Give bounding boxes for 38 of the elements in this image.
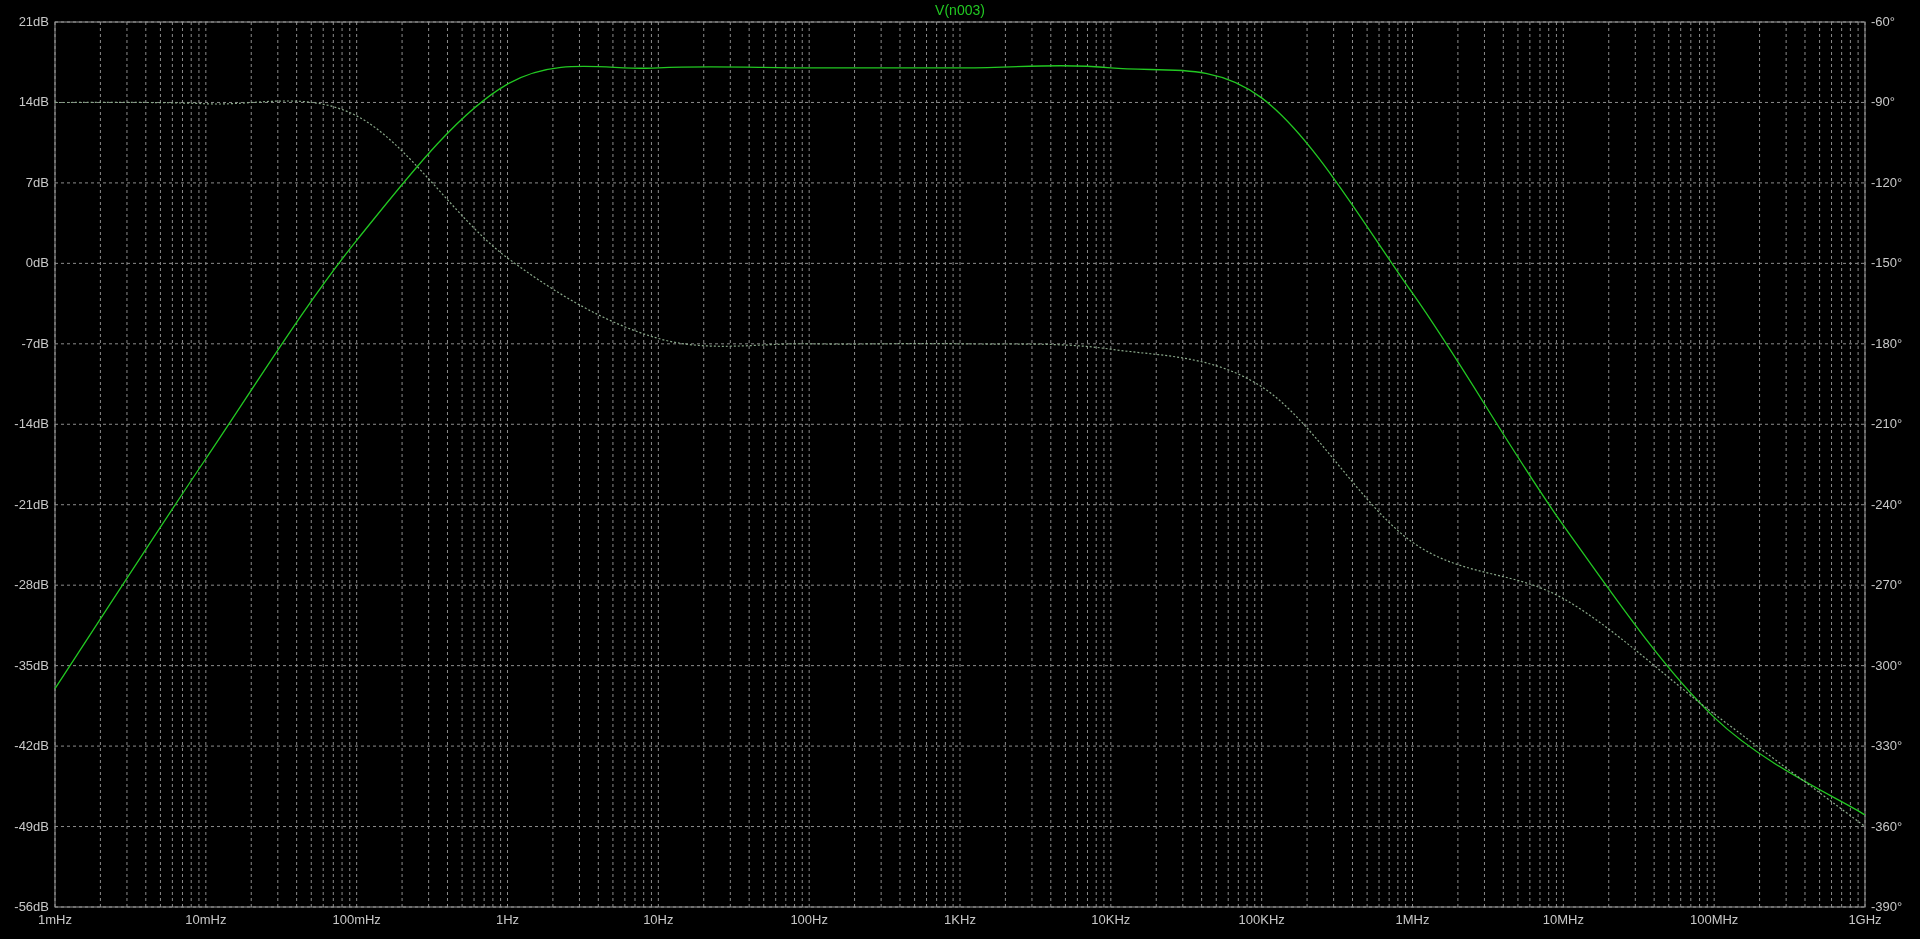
x-axis-label: 1MHz xyxy=(1395,912,1430,927)
x-axis-label: 100KHz xyxy=(1238,912,1285,927)
y-axis-label: -21dB xyxy=(14,496,49,512)
y-axis-label: -49dB xyxy=(14,818,49,834)
y-axis-label: 14dB xyxy=(18,94,49,110)
y-axis-label: -14dB xyxy=(14,416,49,432)
y-axis-label: -35dB xyxy=(14,657,49,673)
x-axis-label: 1Hz xyxy=(495,912,520,927)
x-axis-label: 100mHz xyxy=(332,912,381,927)
x-axis-label: 10Hz xyxy=(643,912,674,927)
x-axis-label: 10mHz xyxy=(185,912,227,927)
y-axis-label: -60° xyxy=(1871,14,1895,29)
y-axis-label: 7dB xyxy=(25,174,49,190)
y-axis-label: -120° xyxy=(1871,174,1903,190)
y-axis-label: -28dB xyxy=(14,577,49,593)
x-axis-label: 10MHz xyxy=(1542,912,1584,927)
y-axis-label: -56dB xyxy=(14,899,49,914)
y-axis-label: -42dB xyxy=(14,738,49,754)
y-axis-label: -330° xyxy=(1871,738,1903,754)
y-axis-label: -270° xyxy=(1871,577,1903,593)
trace-name[interactable]: V(n003) xyxy=(935,2,985,18)
x-axis-label: 100MHz xyxy=(1689,912,1739,927)
y-axis-label: 21dB xyxy=(18,14,49,29)
y-axis-label: 0dB xyxy=(25,255,49,271)
y-axis-label: -360° xyxy=(1871,818,1903,834)
y-axis-label: -90° xyxy=(1871,94,1895,110)
x-axis-label: 1KHz xyxy=(944,912,976,927)
y-axis-label: -300° xyxy=(1871,657,1903,673)
y-axis-label: -240° xyxy=(1871,496,1903,512)
y-axis-label: -150° xyxy=(1871,255,1903,271)
y-axis-label: -180° xyxy=(1871,335,1903,351)
y-axis-label: -7dB xyxy=(21,335,49,351)
x-axis-label: 1mHz xyxy=(38,912,72,927)
x-axis-label: 1GHz xyxy=(1848,912,1882,927)
y-axis-label: -210° xyxy=(1871,416,1903,432)
y-axis-label: -390° xyxy=(1871,899,1903,914)
x-axis-label: 10KHz xyxy=(1091,912,1131,927)
x-axis-label: 100Hz xyxy=(790,912,828,927)
